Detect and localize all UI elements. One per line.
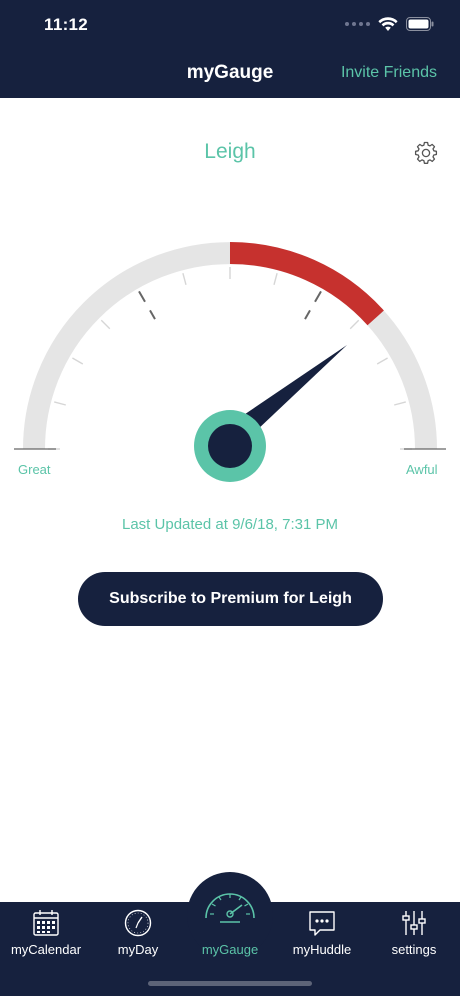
status-icons	[345, 14, 434, 34]
gauge-tick	[138, 290, 146, 303]
tab-label: settings	[391, 942, 437, 957]
chat-bubble-icon	[309, 911, 335, 936]
tab-myday[interactable]: myDay	[92, 902, 184, 966]
clock-icon	[124, 909, 152, 937]
home-indicator	[148, 981, 312, 986]
battery-icon	[406, 17, 434, 31]
gauge-tick	[376, 357, 388, 365]
gear-icon[interactable]	[413, 140, 439, 166]
gauge-icon	[205, 893, 255, 923]
signal-icon	[345, 22, 370, 26]
gauge-tick-inner	[304, 309, 311, 320]
tab-label: myCalendar	[10, 942, 82, 957]
tab-settings[interactable]: settings	[368, 902, 460, 966]
gauge-tick	[349, 319, 360, 330]
status-time: 11:12	[44, 15, 89, 34]
tab-label: myHuddle	[292, 942, 352, 957]
gauge-hub	[208, 424, 252, 468]
sliders-icon	[402, 911, 426, 935]
top-bar: 11:12 myGauge Invite Friends	[0, 0, 460, 98]
gauge-tick	[100, 319, 111, 330]
invite-friends-button[interactable]: Invite Friends	[341, 64, 437, 82]
gauge-tick	[72, 357, 84, 365]
gauge-tick	[182, 273, 187, 285]
gauge-active-arc	[229, 242, 384, 326]
gauge	[14, 242, 446, 482]
profile-name: Leigh	[204, 140, 256, 163]
gauge-tick-inner	[149, 309, 156, 320]
gauge-tick	[314, 290, 322, 303]
gauge-right-label: Awful	[406, 462, 438, 477]
gauge-left-label: Great	[18, 462, 51, 477]
gauge-tick	[394, 401, 406, 406]
tab-label: myDay	[117, 942, 159, 957]
gauge-tick	[54, 401, 66, 406]
calendar-icon	[33, 910, 59, 936]
tab-mycalendar[interactable]: myCalendar	[0, 902, 92, 966]
wifi-icon	[378, 16, 398, 31]
tab-label: myGauge	[201, 942, 259, 957]
gauge-tick	[273, 273, 278, 285]
tab-myhuddle[interactable]: myHuddle	[276, 902, 368, 966]
subscribe-premium-button[interactable]: Subscribe to Premium for Leigh	[78, 572, 383, 626]
last-updated-text: Last Updated at 9/6/18, 7:31 PM	[122, 516, 338, 533]
tab-mygauge[interactable]: myGauge	[184, 893, 276, 966]
